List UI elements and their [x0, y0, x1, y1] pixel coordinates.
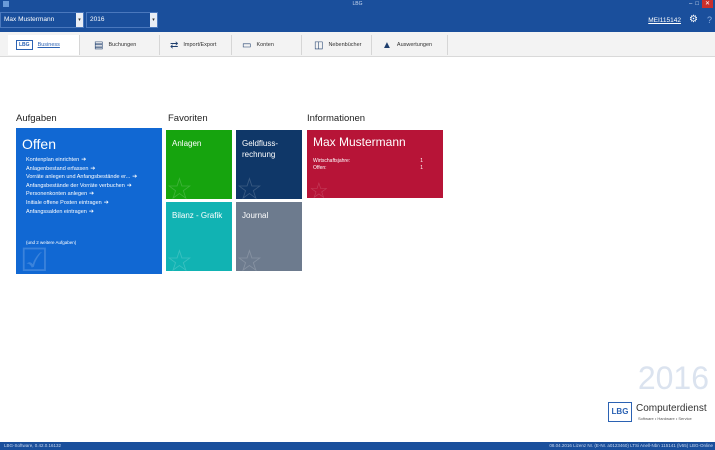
tab-import-export[interactable]: ⇄ Import/Export [162, 35, 232, 55]
user-select-value: Max Mustermann [4, 16, 55, 23]
watermark-year: 2016 [637, 360, 709, 396]
chevron-down-icon[interactable]: ▾ [76, 13, 83, 27]
arrow-circle-icon: ➔ [132, 174, 138, 181]
task-item[interactable]: Personenkonten anlegen ➔ [26, 190, 137, 199]
info-row-value: 1 [420, 158, 423, 164]
star-icon: ☆ [309, 178, 329, 199]
star-icon: ☆ [166, 173, 193, 200]
subledger-icon: ◫ [314, 39, 324, 51]
user-code-link[interactable]: MEI115142 [648, 17, 681, 24]
task-item[interactable]: Anlagenbestand erfassen ➔ [26, 165, 137, 174]
window-controls: – □ ✕ [689, 0, 713, 8]
company-name: Computerdienst [636, 403, 707, 414]
task-label: Kontenplan einrichten [26, 157, 80, 163]
maximize-icon[interactable]: □ [695, 0, 699, 8]
info-row-value: 1 [420, 165, 423, 171]
status-bar: LBG-Software, 0.42.0.16132 08.04.2016 Li… [0, 442, 715, 450]
favorite-tile-label: Journal [242, 211, 269, 220]
status-version: LBG-Software, 0.42.0.16132 [4, 443, 62, 448]
company-tagline: Software • Hardware • Service [638, 416, 692, 421]
year-select-value: 2016 [90, 16, 105, 23]
tab-auswertungen[interactable]: ▲ Auswertungen [374, 35, 448, 55]
tab-nebenbuecher-label: Nebenbücher [328, 42, 362, 48]
star-icon: ☆ [166, 245, 193, 272]
checklist-icon: ☑ [20, 242, 49, 274]
status-info: 08.04.2016 Lizenz Nr. (E-Nr. a0123460) L… [549, 443, 713, 448]
info-row-label: Wirtschaftsjahre: [313, 158, 351, 164]
minimize-icon[interactable]: – [689, 0, 692, 8]
favorite-tile-journal[interactable]: Journal ☆ [236, 202, 302, 271]
task-label: Anlagenbestand erfassen [26, 165, 89, 172]
context-bar: Max Mustermann ▾ 2016 ▾ MEI115142 ⚙ ? [0, 8, 715, 32]
section-heading-information: Informationen [307, 113, 366, 124]
favorite-tile-bilanz-grafik[interactable]: Bilanz - Grafik ☆ [166, 202, 232, 271]
task-label: Vorräte anlegen und Anfangsbestände er..… [26, 174, 131, 181]
window-title: LBG [352, 1, 363, 7]
info-row-label: Offen: [313, 165, 327, 171]
tab-business-label: Business [37, 42, 60, 48]
star-icon: ☆ [236, 173, 263, 200]
help-icon[interactable]: ? [707, 15, 712, 25]
task-item[interactable]: Kontenplan einrichten ➔ [26, 156, 137, 165]
tab-konten-label: Konten [256, 42, 274, 48]
tab-buchungen-label: Buchungen [108, 42, 137, 48]
info-user-name: Max Mustermann [313, 135, 406, 149]
tab-buchungen[interactable]: ▤ Buchungen [86, 35, 160, 55]
section-heading-tasks: Aufgaben [16, 113, 57, 124]
tab-business[interactable]: LBG Business [8, 35, 80, 55]
section-heading-favorites: Favoriten [168, 113, 208, 124]
task-label: Anfangssalden eintragen [26, 208, 87, 215]
info-tile[interactable]: Max Mustermann Wirtschaftsjahre: 1 Offen… [307, 130, 443, 198]
task-label: Personenkonten anlegen [26, 191, 88, 198]
title-bar: LBG – □ ✕ [0, 0, 715, 8]
import-export-icon: ⇄ [170, 39, 179, 51]
chevron-down-icon[interactable]: ▾ [150, 13, 157, 27]
favorite-tile-anlagen[interactable]: Anlagen ☆ [166, 130, 232, 199]
task-item[interactable]: Initiale offene Posten eintragen ➔ [26, 199, 137, 208]
company-logo: LBG Computerdienst Software • Hardware •… [608, 402, 715, 422]
task-label: Initiale offene Posten eintragen [26, 199, 102, 206]
tab-nebenbuecher[interactable]: ◫ Nebenbücher [306, 35, 372, 55]
favorite-tile-geldflussrechnung[interactable]: Geldfluss- rechnung ☆ [236, 130, 302, 199]
app-window: LBG – □ ✕ Max Mustermann ▾ 2016 ▾ MEI115… [0, 0, 715, 450]
tab-auswertungen-label: Auswertungen [396, 42, 433, 48]
tab-konten[interactable]: ▭ Konten [234, 35, 302, 55]
user-select[interactable]: Max Mustermann ▾ [0, 12, 84, 28]
task-label: Anfangsbestände der Vorräte verbuchen [26, 182, 125, 189]
chart-icon: ▲ [382, 39, 392, 51]
accounts-icon: ▭ [242, 39, 252, 51]
favorite-tile-label: Bilanz - Grafik [172, 211, 223, 220]
open-tasks-title: Offen [22, 136, 56, 152]
year-select[interactable]: 2016 ▾ [86, 12, 158, 28]
ledger-icon: ▤ [94, 39, 104, 51]
task-item[interactable]: Anfangsbestände der Vorräte verbuchen ➔ [26, 182, 137, 191]
task-list: Kontenplan einrichten ➔ Anlagenbestand er… [26, 156, 137, 216]
info-row: Offen: 1 [313, 165, 423, 171]
arrow-circle-icon: ➔ [89, 191, 95, 198]
lbg-logo-icon: LBG [608, 402, 632, 422]
lbg-logo-icon: LBG [16, 40, 33, 50]
arrow-circle-icon: ➔ [90, 165, 96, 172]
favorite-tile-label: Geldfluss- rechnung [242, 139, 279, 159]
star-icon: ☆ [236, 245, 263, 272]
arrow-circle-icon: ➔ [126, 182, 132, 189]
close-icon[interactable]: ✕ [701, 0, 713, 8]
task-item[interactable]: Anfangssalden eintragen ➔ [26, 208, 137, 217]
ribbon: LBG Business ▤ Buchungen ⇄ Import/Export… [0, 32, 715, 57]
arrow-circle-icon: ➔ [81, 157, 87, 163]
favorite-tile-label: Anlagen [172, 139, 202, 148]
arrow-circle-icon: ➔ [88, 208, 94, 215]
tab-import-export-label: Import/Export [183, 42, 217, 48]
gear-icon[interactable]: ⚙ [689, 15, 698, 25]
info-row: Wirtschaftsjahre: 1 [313, 158, 423, 164]
open-tasks-tile[interactable]: Offen Kontenplan einrichten ➔ Anlagenbest… [16, 128, 162, 274]
task-item[interactable]: Vorräte anlegen und Anfangsbestände er..… [26, 173, 137, 182]
arrow-circle-icon: ➔ [103, 199, 109, 206]
